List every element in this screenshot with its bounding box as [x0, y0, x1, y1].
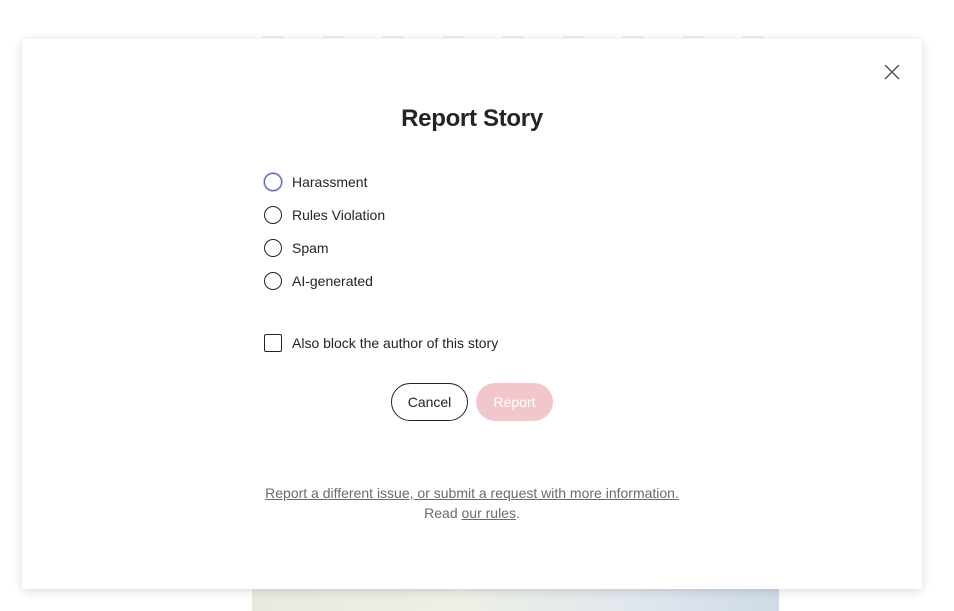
- radio-rules-violation[interactable]: [264, 205, 282, 224]
- option-label: Harassment: [292, 173, 368, 190]
- close-icon: [884, 64, 900, 80]
- radio-spam[interactable]: [264, 238, 282, 257]
- dialog-footer: Report a different issue, or submit a re…: [22, 483, 922, 523]
- option-label: Spam: [292, 239, 329, 256]
- report-story-dialog: Report Story Harassment Rules Violation …: [22, 39, 922, 589]
- background-content: [262, 36, 792, 38]
- block-author-option[interactable]: Also block the author of this story: [264, 334, 498, 352]
- block-author-label: Also block the author of this story: [292, 335, 499, 351]
- read-prefix: Read: [424, 505, 462, 521]
- option-harassment[interactable]: Harassment: [264, 165, 385, 198]
- radio-ai-generated[interactable]: [264, 271, 282, 290]
- radio-harassment[interactable]: [264, 172, 282, 191]
- option-spam[interactable]: Spam: [264, 231, 385, 264]
- close-button[interactable]: [879, 59, 905, 85]
- option-ai-generated[interactable]: AI-generated: [264, 264, 385, 297]
- our-rules-link[interactable]: our rules: [462, 505, 516, 521]
- report-different-issue-link[interactable]: Report a different issue, or submit a re…: [265, 485, 679, 501]
- block-author-checkbox[interactable]: [264, 334, 282, 352]
- option-rules-violation[interactable]: Rules Violation: [264, 198, 385, 231]
- report-reason-group: Harassment Rules Violation Spam AI-gener…: [264, 165, 385, 297]
- background-image: [252, 589, 779, 611]
- option-label: AI-generated: [292, 272, 373, 289]
- option-label: Rules Violation: [292, 206, 386, 223]
- dialog-title: Report Story: [401, 105, 543, 132]
- cancel-button[interactable]: Cancel: [391, 383, 468, 421]
- report-button[interactable]: Report: [476, 383, 553, 421]
- read-suffix: .: [515, 505, 520, 521]
